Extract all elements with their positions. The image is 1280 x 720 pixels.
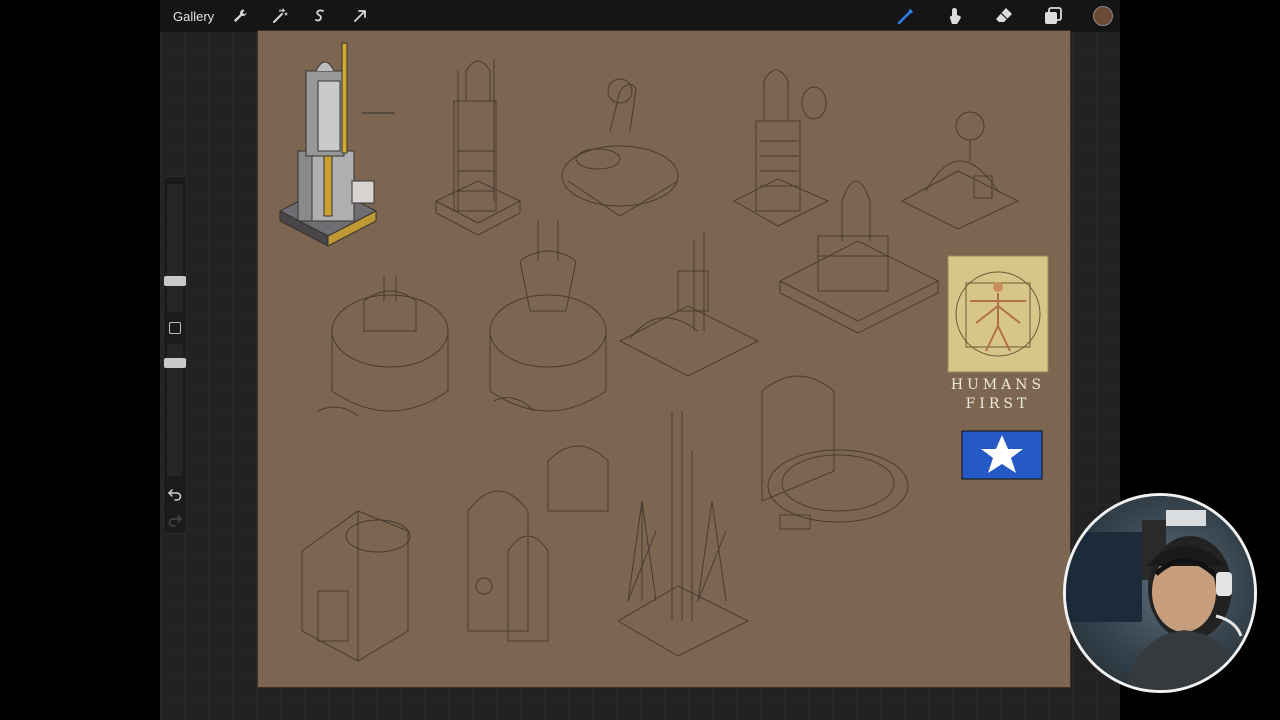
gallery-button[interactable]: Gallery [173,4,214,28]
capsule-buildings-sketch [467,445,609,642]
poster-text-line-2: FIRST [965,396,1031,412]
modify-button[interactable] [169,322,181,334]
top-toolbar: Gallery [160,0,1120,32]
reactor-sketch-1 [317,275,449,417]
colored-tower-sketch [278,42,395,247]
layers-icon [1045,7,1062,24]
vitruvian-poster-image [947,255,1049,373]
left-sidebar [163,176,187,534]
magic-wand-icon [273,8,288,23]
star-flag-image [961,430,1043,480]
selection-icon [315,9,324,22]
observatory-sketch [900,111,1020,230]
sketch-artwork [278,42,1049,662]
smudge-tool-button[interactable] [943,4,967,28]
launch-platform-sketch [778,180,940,334]
procreate-app: Gallery HUMANS FIRST [160,0,1120,720]
drawing-canvas[interactable]: HUMANS FIRST [258,31,1070,687]
transform-button[interactable] [350,4,370,28]
poster-text-line-1: HUMANS [950,377,1046,393]
silo-tower-sketch [732,69,830,227]
selection-button[interactable] [310,4,330,28]
wrench-icon [234,9,247,22]
machine-block-sketch [301,510,411,662]
webcam-person-image [1066,510,1246,690]
brush-tool-button[interactable] [894,4,918,28]
reactor-dish-sketch [761,375,909,530]
webcam-overlay [1066,496,1254,690]
transform-arrow-icon [354,10,366,22]
brush-icon [897,9,913,25]
actions-button[interactable] [230,4,250,28]
eraser-icon [996,8,1012,22]
adjustments-button[interactable] [270,4,290,28]
smudge-icon [949,8,961,24]
opacity-thumb[interactable] [164,358,186,368]
hangar-sketch [618,230,760,377]
launch-tower-sketch [617,410,750,657]
brush-size-slider[interactable] [164,184,186,312]
rocket-tower-sketch [434,58,522,236]
color-button[interactable] [1092,4,1114,28]
reactor-sketch-2 [489,220,607,412]
opacity-slider[interactable] [164,344,186,476]
redo-icon[interactable] [167,512,183,528]
layers-button[interactable] [1041,4,1065,28]
color-swatch-icon [1093,6,1113,26]
undo-icon[interactable] [167,486,183,502]
eraser-tool-button[interactable] [992,4,1016,28]
domed-base-sketch [561,78,679,217]
brush-size-thumb[interactable] [164,276,186,286]
